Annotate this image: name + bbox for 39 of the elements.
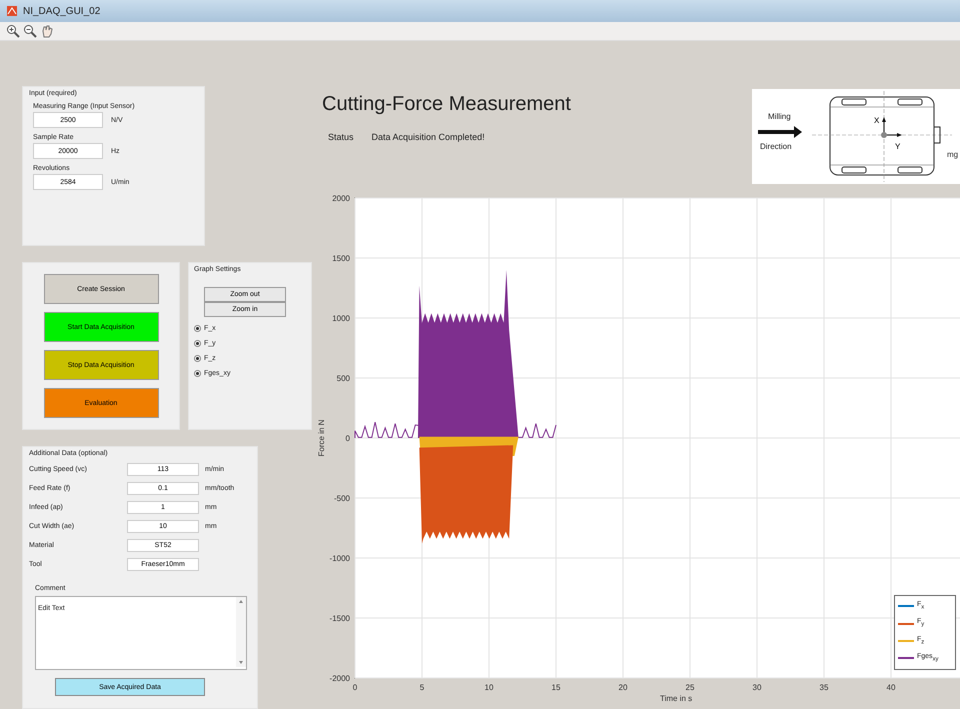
tick-label: -500 [334,494,350,503]
axis-label: Y [895,142,900,151]
status-label: Status [328,132,354,142]
zoom-out-icon[interactable] [23,24,37,38]
tick-label: -1000 [330,554,350,563]
zoom-in-icon[interactable] [6,24,20,38]
pan-hand-icon[interactable] [40,24,54,38]
tick-label: -2000 [330,674,350,683]
radio-button[interactable] [194,325,201,332]
window-title: NI_DAQ_GUI_02 [23,6,100,16]
tick-label: 30 [752,683,762,692]
tick-label: 40 [886,683,896,692]
tick-label: 2000 [332,194,350,203]
tick-label: 25 [686,683,694,692]
arrow-icon [758,126,802,138]
page-title: Cutting-Force Measurement [322,93,571,116]
tick-label: 1500 [332,254,350,263]
axis-title: Time in s [660,694,692,703]
tick-label: -1500 [330,614,350,623]
status-text: Data Acquisition Completed! [372,132,485,142]
tick-label: 500 [336,374,350,383]
radio-button[interactable] [194,355,201,362]
tick-label: 15 [552,683,560,692]
tick-label: 5 [420,683,424,692]
axis-title: Force in N [317,420,326,456]
tick-label: 35 [820,683,828,692]
tick-label: 0 [346,434,350,443]
radio-button[interactable] [194,340,201,347]
diagram-label: Direction [760,142,792,151]
diagram-label: mg [947,150,958,159]
tick-label: 0 [352,683,358,692]
window-icon [6,5,18,17]
radio-button[interactable] [194,370,201,377]
axis-label: X [874,116,880,125]
tick-label: 20 [618,683,628,692]
diagram-label: Milling [768,112,791,121]
tick-label: 1000 [332,314,350,323]
scrollbar[interactable] [236,597,246,667]
tick-label: 10 [484,683,494,692]
